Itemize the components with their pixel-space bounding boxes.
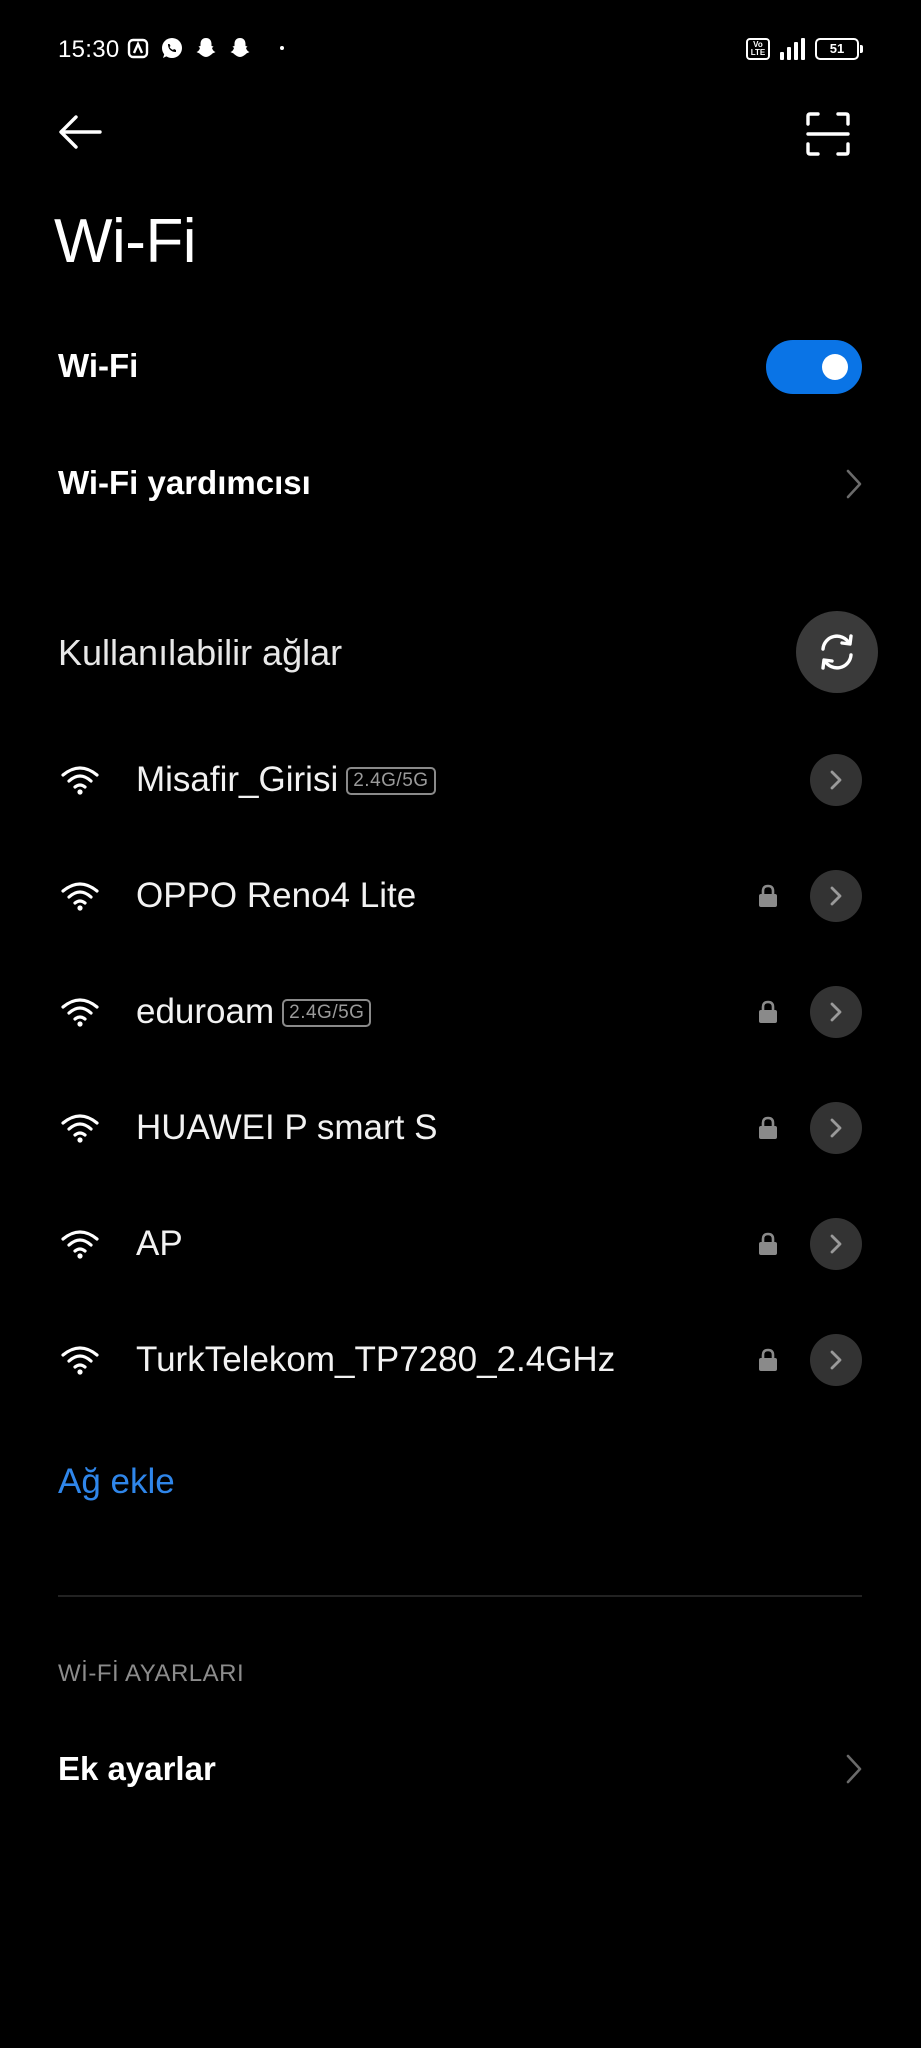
network-row[interactable]: HUAWEI P smart S: [0, 1078, 921, 1178]
network-row[interactable]: AP: [0, 1194, 921, 1294]
band-badge: 2.4G/5G: [346, 767, 436, 795]
available-networks-title: Kullanılabilir ağlar: [58, 632, 343, 673]
network-name: OPPO Reno4 Lite: [136, 876, 416, 916]
wifi-signal-icon: [61, 766, 99, 795]
network-name: AP: [136, 1224, 183, 1264]
network-details-button[interactable]: [810, 1218, 862, 1270]
network-details-button[interactable]: [810, 1102, 862, 1154]
chevron-right-icon: [830, 770, 842, 790]
chevron-right-icon: [830, 1118, 842, 1138]
lock-icon: [759, 884, 777, 907]
network-row[interactable]: OPPO Reno4 Lite: [0, 846, 921, 946]
wifi-toggle-switch[interactable]: [766, 340, 862, 394]
scan-qr-button[interactable]: [806, 112, 860, 160]
snapchat-icon: [196, 38, 216, 57]
wifi-signal-icon: [61, 882, 99, 911]
refresh-button[interactable]: [796, 611, 878, 693]
network-details-button[interactable]: [810, 754, 862, 806]
network-name: Misafir_Girisi 2.4G/5G: [136, 760, 436, 800]
scan-icon: [806, 112, 850, 156]
network-ssid: HUAWEI P smart S: [136, 1108, 438, 1147]
lock-icon: [759, 1232, 777, 1255]
lock-icon: [759, 1000, 777, 1023]
whatsapp-icon: [162, 38, 182, 58]
wifi-assistant-label[interactable]: Wi-Fi yardımcısı: [58, 464, 311, 502]
lock-icon: [759, 1116, 777, 1139]
network-ssid: TurkTelekom_TP7280_2.4GHz: [136, 1340, 616, 1379]
network-details-button[interactable]: [810, 986, 862, 1038]
status-time: 15:30: [58, 36, 120, 63]
network-ssid: OPPO Reno4 Lite: [136, 876, 417, 915]
network-row[interactable]: TurkTelekom_TP7280_2.4GHz: [0, 1310, 921, 1410]
chevron-right-icon: [830, 1002, 842, 1022]
signal-icon: [780, 38, 805, 60]
wifi-signal-icon: [61, 1346, 99, 1375]
band-badge: 2.4G/5G: [282, 999, 372, 1027]
wifi-signal-icon: [61, 1114, 99, 1143]
network-row[interactable]: eduroam 2.4G/5G: [0, 962, 921, 1062]
network-details-button[interactable]: [810, 870, 862, 922]
more-notifications-dot: [280, 46, 284, 50]
network-name: HUAWEI P smart S: [136, 1108, 437, 1148]
snapchat-icon: [230, 38, 250, 57]
toggle-knob: [822, 354, 848, 380]
network-name: TurkTelekom_TP7280_2.4GHz: [136, 1340, 615, 1380]
page-title: Wi-Fi: [54, 207, 197, 276]
chevron-right-icon: [830, 1234, 842, 1254]
wifi-signal-icon: [61, 1230, 99, 1259]
network-details-button[interactable]: [810, 1334, 862, 1386]
system-status-icons: Vo LTE 51: [746, 38, 863, 60]
divider: [58, 1595, 862, 1597]
lock-icon: [759, 1348, 777, 1371]
wifi-settings-screen: 15:30 Vo LTE 51 Wi-Fi Wi-Fi Wi-Fi yardım…: [0, 0, 921, 2048]
network-ssid: eduroam: [136, 992, 275, 1031]
add-network-link[interactable]: Ağ ekle: [58, 1462, 175, 1502]
more-settings-label[interactable]: Ek ayarlar: [58, 1750, 216, 1788]
arrow-left-icon: [59, 115, 102, 149]
battery-icon: 51: [815, 38, 863, 60]
volte-icon: Vo LTE: [746, 38, 770, 60]
network-ssid: AP: [136, 1224, 183, 1263]
refresh-icon: [821, 634, 853, 670]
wifi-signal-icon: [61, 998, 99, 1027]
notification-icons: [126, 36, 284, 60]
back-button[interactable]: [56, 112, 116, 160]
status-bar: 15:30 Vo LTE 51: [0, 0, 921, 100]
network-ssid: Misafir_Girisi: [136, 760, 339, 799]
chevron-right-icon: [830, 886, 842, 906]
wifi-toggle-label: Wi-Fi: [58, 347, 139, 384]
alarm-icon: [127, 38, 149, 59]
network-name: eduroam 2.4G/5G: [136, 992, 372, 1032]
chevron-right-icon: [846, 1754, 862, 1784]
chevron-right-icon: [830, 1350, 842, 1370]
chevron-right-icon: [846, 469, 862, 499]
wifi-settings-header: Wİ-Fİ AYARLARI: [58, 1660, 245, 1687]
network-row[interactable]: Misafir_Girisi 2.4G/5G: [0, 730, 921, 830]
